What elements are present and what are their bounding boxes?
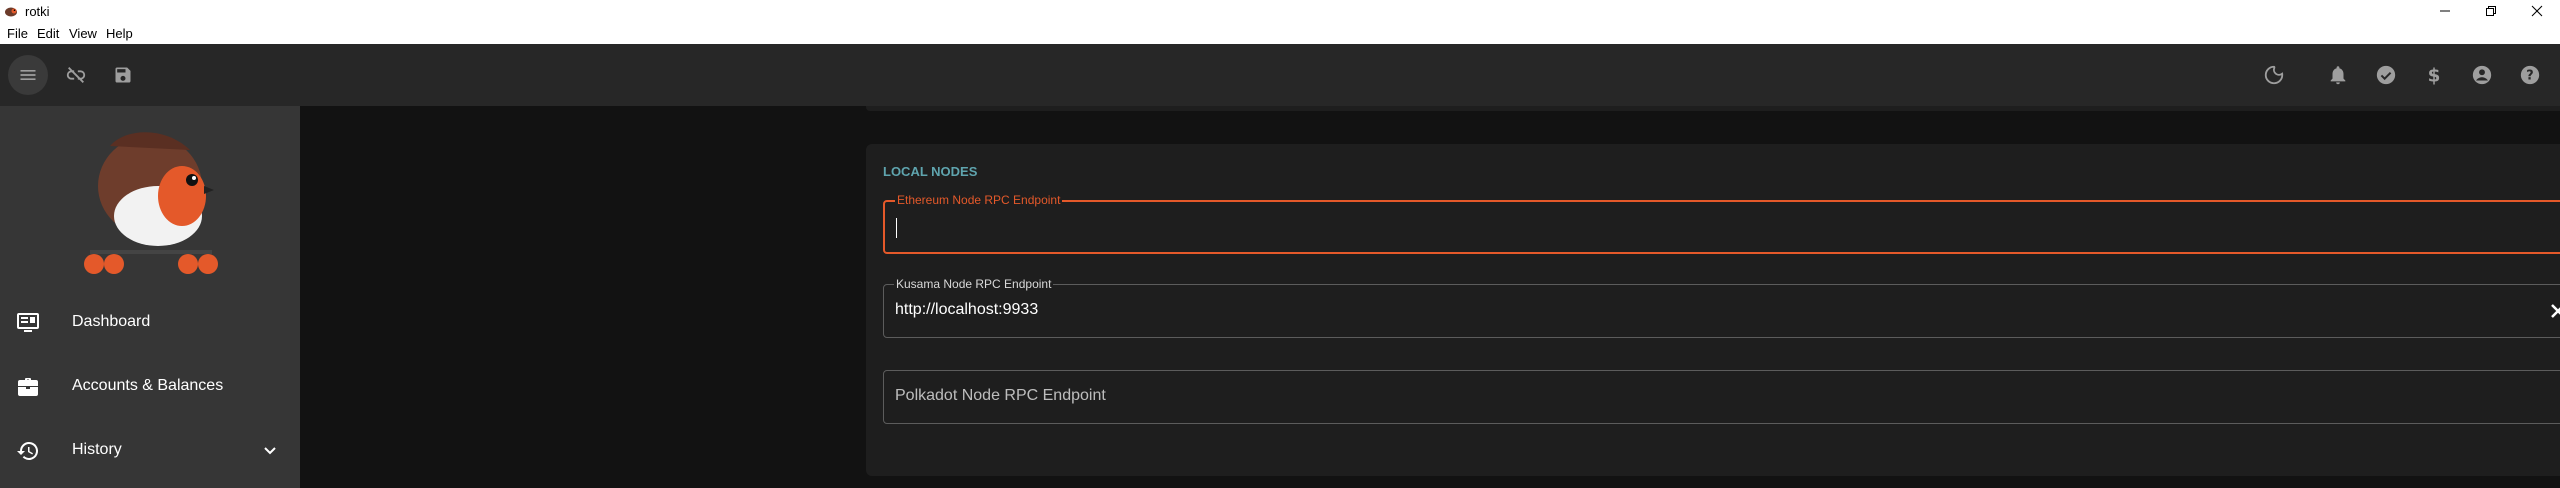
history-icon [17, 441, 39, 460]
minimize-icon [2440, 10, 2450, 12]
menu-file[interactable]: File [7, 26, 28, 41]
previous-settings-card [866, 106, 2560, 111]
pending-tasks-button[interactable] [2366, 55, 2406, 95]
account-circle-icon [2472, 65, 2492, 85]
polkadot-rpc-endpoint-field[interactable]: Polkadot Node RPC Endpoint [883, 370, 2560, 424]
briefcase-icon [18, 378, 38, 396]
save-icon [115, 67, 131, 83]
currency-button[interactable]: $ [2414, 55, 2454, 95]
restore-icon [2486, 6, 2496, 16]
clear-icon[interactable] [2546, 299, 2560, 323]
sidebar-item-history[interactable]: History [0, 419, 300, 483]
menu-bar: File Edit View Help [0, 22, 2560, 44]
help-button[interactable]: ? [2510, 55, 2550, 95]
dark-mode-button[interactable] [2254, 55, 2294, 95]
notifications-button[interactable] [2318, 55, 2358, 95]
rotki-logo [84, 132, 218, 274]
sidebar-item-label: Dashboard [72, 313, 151, 330]
dashboard-icon [17, 313, 39, 332]
navigation-drawer: Dashboard Accounts & Balances History [0, 106, 300, 488]
close-button[interactable] [2514, 0, 2560, 22]
menu-help[interactable]: Help [106, 26, 133, 41]
rotki-app-icon [5, 7, 17, 17]
menu-view[interactable]: View [69, 26, 97, 41]
window-title: rotki [25, 4, 50, 19]
dollar-icon: $ [2428, 65, 2441, 86]
chevron-down-icon [264, 447, 276, 455]
text-cursor [896, 218, 897, 238]
local-nodes-card: LOCAL NODES Ethereum Node RPC Endpoint K… [866, 144, 2560, 476]
bell-icon [2330, 66, 2346, 85]
restore-button[interactable] [2468, 0, 2514, 22]
link-off-icon [66, 67, 86, 83]
help-icon: ? [2520, 65, 2540, 85]
menu-toggle-button[interactable] [8, 55, 48, 95]
field-placeholder: Polkadot Node RPC Endpoint [895, 387, 1106, 404]
main-content: LOCAL NODES Ethereum Node RPC Endpoint K… [300, 106, 2560, 488]
minimize-button[interactable] [2422, 0, 2468, 22]
kusama-rpc-endpoint-field[interactable]: Kusama Node RPC Endpoint http://localhos… [883, 277, 2560, 338]
title-bar: rotki [0, 0, 2560, 22]
save-button[interactable] [103, 55, 143, 95]
dark-mode-icon [2264, 65, 2284, 85]
field-label: Ethereum Node RPC Endpoint [895, 193, 1063, 207]
card-title: LOCAL NODES [883, 164, 978, 179]
field-value: http://localhost:9933 [895, 301, 1039, 318]
account-button[interactable] [2462, 55, 2502, 95]
field-label: Kusama Node RPC Endpoint [894, 277, 1054, 291]
menu-edit[interactable]: Edit [37, 26, 59, 41]
sidebar-item-dashboard[interactable]: Dashboard [0, 291, 300, 355]
close-icon [2531, 5, 2543, 17]
sidebar-item-label: History [72, 441, 122, 458]
svg-text:$: $ [2428, 65, 2441, 86]
menu-icon [20, 70, 36, 80]
sidebar-item-label: Accounts & Balances [72, 377, 224, 394]
connection-status-button[interactable] [56, 55, 96, 95]
svg-text:?: ? [2526, 69, 2533, 84]
app-bar: $ ? [0, 44, 2560, 106]
ethereum-rpc-endpoint-field[interactable]: Ethereum Node RPC Endpoint [883, 193, 2560, 254]
check-circle-icon [2376, 65, 2396, 85]
sidebar-item-accounts-balances[interactable]: Accounts & Balances [0, 355, 300, 419]
